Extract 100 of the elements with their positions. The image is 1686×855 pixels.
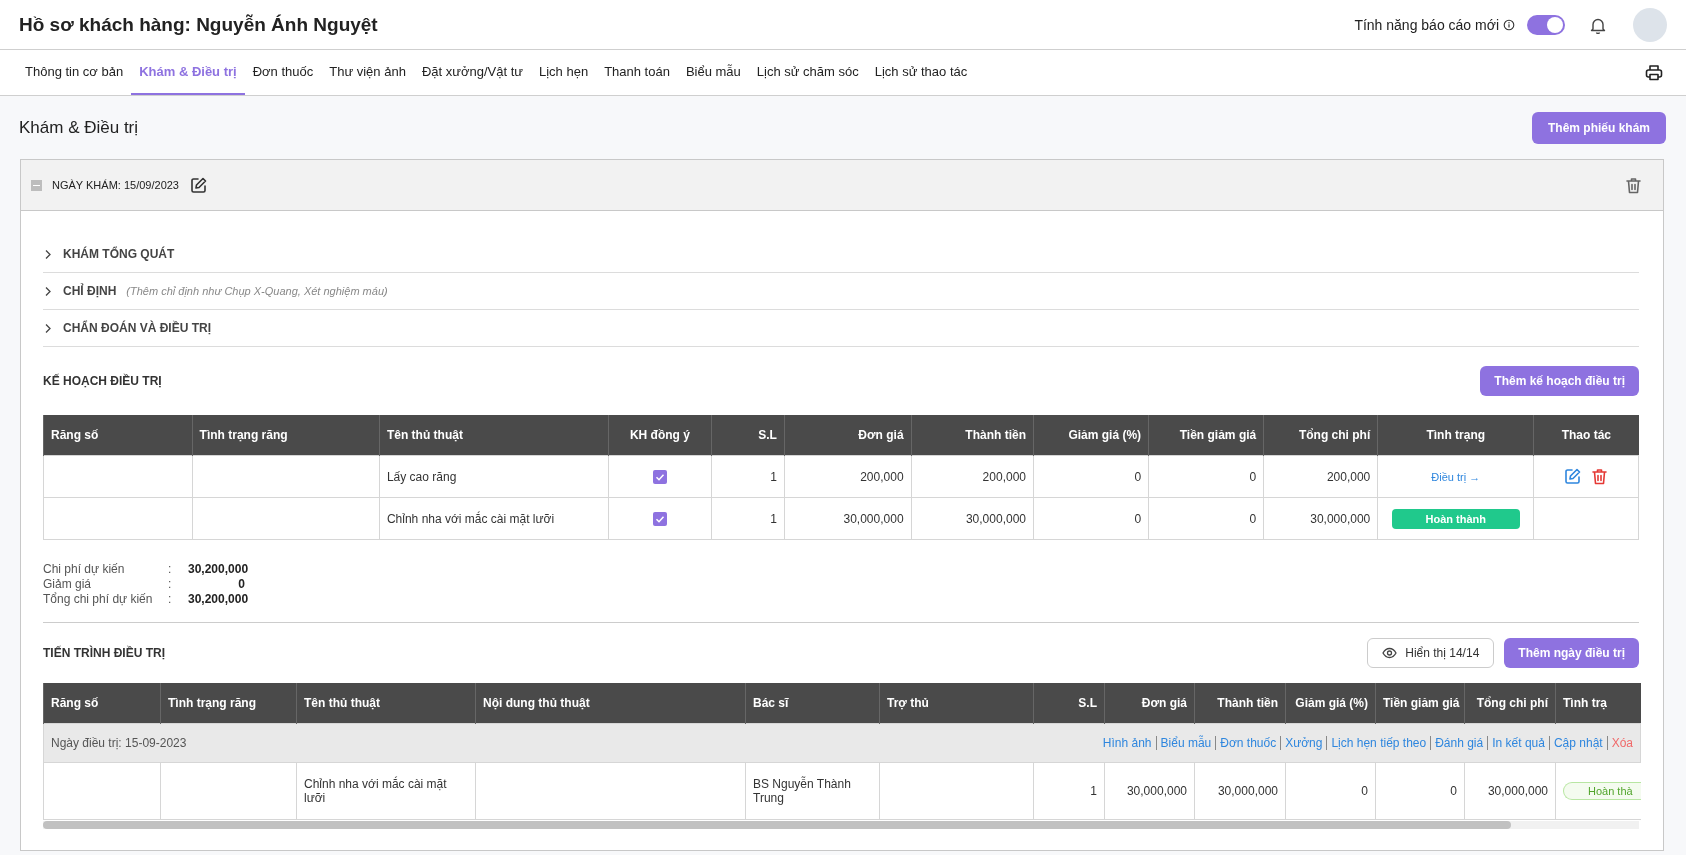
accordion-title: CHỈ ĐỊNH — [63, 284, 117, 298]
tab[interactable]: Biểu mẫu — [677, 50, 749, 95]
column-header: Giảm giá (%) — [1033, 415, 1149, 456]
tab[interactable]: Khám & Điều trị — [131, 50, 245, 95]
column-header: Nội dung thủ thuật — [475, 683, 746, 724]
column-header: Đơn giá — [784, 415, 912, 456]
tab[interactable]: Thông tin cơ bản — [17, 50, 132, 95]
accordion-title: CHẨN ĐOÁN VÀ ĐIỀU TRỊ — [63, 321, 211, 335]
status-badge: Hoàn thà — [1563, 782, 1641, 800]
action-link[interactable]: Hình ảnh — [1102, 736, 1152, 750]
progress-title: TIẾN TRÌNH ĐIỀU TRỊ — [43, 646, 165, 660]
collapse-toggle[interactable] — [31, 179, 42, 191]
exam-date: NGÀY KHÁM: 15/09/2023 — [52, 179, 179, 191]
column-header: Tổng chi phí — [1464, 683, 1556, 724]
table-cell: 30,000,000 — [1464, 762, 1556, 820]
column-header: Tên thủ thuật — [296, 683, 476, 724]
accordion-header[interactable]: CHẨN ĐOÁN VÀ ĐIỀU TRỊ — [43, 310, 1639, 347]
add-exam-button[interactable]: Thêm phiếu khám — [1531, 111, 1666, 144]
column-header: Răng số — [43, 415, 193, 456]
column-header: Bác sĩ — [745, 683, 880, 724]
treat-link[interactable]: Điều trị → — [1431, 470, 1481, 483]
tab[interactable]: Thanh toán — [596, 50, 678, 95]
table-cell: 30,000,000 — [911, 497, 1034, 540]
column-header: Trợ thủ — [879, 683, 1034, 724]
action-link[interactable]: Lịch hẹn tiếp theo — [1326, 736, 1427, 750]
tab[interactable]: Thư viện ảnh — [321, 50, 414, 95]
section-title: Khám & Điều trị — [19, 117, 139, 138]
show-count-button[interactable]: Hiển thị 14/14 — [1367, 638, 1495, 668]
table-cell: Lấy cao răng — [379, 455, 609, 498]
trash-icon[interactable] — [1624, 175, 1643, 195]
report-feature-label: Tính năng báo cáo mới — [1354, 16, 1499, 33]
summary-label: Chi phí dự kiến — [43, 562, 126, 576]
column-header: Thành tiền — [911, 415, 1034, 456]
summary-separator: : — [168, 577, 173, 591]
column-header: S.L — [1033, 683, 1105, 724]
summary-label: Giảm giá — [43, 577, 93, 591]
table-cell: 1 — [711, 455, 785, 498]
table-cell: 0 — [1033, 455, 1149, 498]
action-link[interactable]: Cập nhật — [1548, 736, 1603, 750]
table-cell: Chỉnh nha với mắc cài mặt lưỡi — [296, 762, 476, 820]
checkbox[interactable] — [652, 469, 667, 484]
checkbox[interactable] — [652, 511, 667, 526]
tab[interactable]: Lịch sử chăm sóc — [748, 50, 867, 95]
action-link[interactable]: Xưởng — [1280, 736, 1323, 750]
table-cell: 1 — [1033, 762, 1105, 820]
table-cell: 0 — [1033, 497, 1149, 540]
chevron-icon[interactable] — [43, 285, 53, 297]
table-cell: 200,000 — [784, 455, 912, 498]
table-cell: 0 — [1285, 762, 1376, 820]
action-link[interactable]: Đơn thuốc — [1215, 736, 1277, 750]
accordion-title: KHÁM TỔNG QUÁT — [63, 247, 175, 261]
column-header: Giảm giá (%) — [1285, 683, 1376, 724]
action-link[interactable]: Xóa — [1606, 736, 1633, 750]
chevron-icon[interactable] — [43, 322, 53, 334]
table-cell: 0 — [1148, 497, 1264, 540]
column-header: Tiền giảm giá — [1375, 683, 1465, 724]
tab[interactable]: Lịch hẹn — [530, 50, 597, 95]
table-cell: 1 — [711, 497, 785, 540]
column-header: Tình trạng — [1377, 415, 1534, 456]
toggle-switch[interactable] — [1527, 14, 1565, 35]
print-icon[interactable] — [1644, 62, 1664, 83]
plan-title: KẾ HOẠCH ĐIỀU TRỊ — [43, 374, 162, 388]
table-cell: Chỉnh nha với mắc cài mặt lưỡi — [379, 497, 609, 540]
accordion-header[interactable]: KHÁM TỔNG QUÁT — [43, 236, 1639, 273]
column-header: Tình trạng răng — [160, 683, 297, 724]
accordion-header[interactable]: CHỈ ĐỊNH (Thêm chỉ định như Chụp X-Quang, Xét nghiệm máu) — [43, 273, 1639, 310]
column-header: Thao tác — [1533, 415, 1639, 456]
tab[interactable]: Đặt xưởng/Vật tư — [413, 50, 531, 95]
chevron-icon[interactable] — [43, 248, 53, 260]
info-icon — [1503, 18, 1515, 31]
table-cell: 30,000,000 — [1194, 762, 1286, 820]
column-header: Tiền giảm giá — [1148, 415, 1264, 456]
column-header: Tên thủ thuật — [379, 415, 609, 456]
column-header: Đơn giá — [1104, 683, 1195, 724]
action-link[interactable]: In kết quả — [1487, 736, 1545, 750]
column-header: Tổng chi phí — [1263, 415, 1378, 456]
action-link[interactable]: Biểu mẫu — [1155, 736, 1212, 750]
page-title: Hồ sơ khách hàng: Nguyễn Ánh Nguyệt — [19, 13, 379, 36]
add-plan-button[interactable]: Thêm kế hoạch điều trị — [1480, 366, 1639, 396]
column-header: KH đồng ý — [608, 415, 712, 456]
status-badge: Hoàn thành — [1391, 508, 1520, 529]
scrollbar[interactable] — [43, 821, 1639, 829]
accordion-hint: (Thêm chỉ định như Chụp X-Quang, Xét nghiệm máu) — [126, 285, 388, 297]
summary-value: 0 — [237, 577, 245, 591]
column-header: Tình trạng răng — [192, 415, 380, 456]
tab[interactable]: Lịch sử thao tác — [866, 50, 976, 95]
table-cell: 0 — [1148, 455, 1264, 498]
summary-separator: : — [168, 592, 173, 606]
table-cell: 0 — [1375, 762, 1465, 820]
tab[interactable]: Đơn thuốc — [244, 50, 322, 95]
edit-icon[interactable] — [189, 175, 208, 195]
add-day-button[interactable]: Thêm ngày điều trị — [1504, 638, 1639, 668]
column-header: Tình trạ — [1555, 683, 1641, 724]
column-header: Răng số — [43, 683, 161, 724]
action-link[interactable]: Đánh giá — [1430, 736, 1484, 750]
summary-separator: : — [168, 562, 173, 576]
trash-icon[interactable] — [1590, 467, 1610, 486]
summary-label: Tổng chi phí dự kiến — [43, 592, 154, 606]
table-cell: 200,000 — [911, 455, 1034, 498]
table-cell: 30,000,000 — [1104, 762, 1195, 820]
